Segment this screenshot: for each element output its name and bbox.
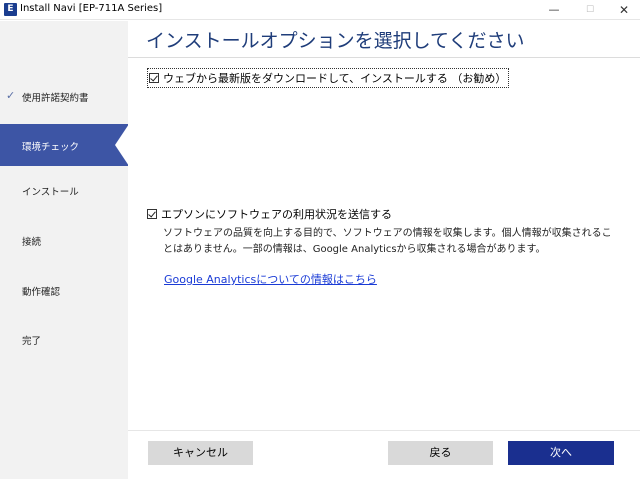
minimize-button[interactable]: — bbox=[534, 0, 574, 20]
usage-description: ソフトウェアの品質を向上する目的で、ソフトウェアの情報を収集します。個人情報が収… bbox=[163, 228, 612, 255]
cancel-button[interactable]: キャンセル bbox=[148, 441, 253, 465]
step-connection: 接続 bbox=[0, 224, 128, 264]
steps-sidebar: ✓ 使用許諾契約書 環境チェック インストール 接続 動作確認 完了 bbox=[0, 21, 129, 479]
download-latest-label: ウェブから最新版をダウンロードして、インストールする （お勧め） bbox=[163, 72, 507, 85]
step-label: 完了 bbox=[22, 336, 42, 347]
next-button[interactable]: 次へ bbox=[508, 441, 614, 465]
footer-divider bbox=[128, 430, 640, 431]
title-bar: E Install Navi [EP-711A Series] — ☐ ✕ bbox=[0, 0, 640, 20]
google-analytics-info-link[interactable]: Google Analyticsについての情報はこちら bbox=[164, 271, 377, 287]
step-label: 接続 bbox=[22, 237, 42, 248]
back-button[interactable]: 戻る bbox=[388, 441, 493, 465]
step-label: 使用許諾契約書 bbox=[22, 93, 89, 104]
download-latest-option[interactable]: ウェブから最新版をダウンロードして、インストールする （お勧め） bbox=[147, 68, 510, 88]
step-license-agreement: ✓ 使用許諾契約書 bbox=[0, 76, 128, 116]
step-operation-check: 動作確認 bbox=[0, 274, 128, 314]
step-label: 環境チェック bbox=[22, 142, 80, 153]
send-usage-label: エプソンにソフトウェアの利用状況を送信する bbox=[161, 208, 392, 221]
close-button[interactable]: ✕ bbox=[604, 0, 640, 20]
step-install: インストール bbox=[0, 174, 128, 214]
page-title: インストールオプションを選択してください bbox=[146, 30, 525, 52]
send-usage-option[interactable]: エプソンにソフトウェアの利用状況を送信する bbox=[147, 206, 392, 222]
window-title: Install Navi [EP-711A Series] bbox=[20, 3, 163, 14]
step-label: インストール bbox=[22, 187, 79, 198]
step-environment-check: 環境チェック bbox=[0, 124, 129, 166]
active-step-arrow-icon bbox=[115, 124, 129, 166]
check-icon: ✓ bbox=[6, 89, 16, 102]
epson-app-icon: E bbox=[4, 3, 17, 16]
title-divider bbox=[128, 57, 640, 58]
step-complete: 完了 bbox=[0, 323, 128, 363]
step-label: 動作確認 bbox=[22, 287, 61, 298]
send-usage-checkbox[interactable] bbox=[147, 209, 157, 219]
download-latest-checkbox[interactable] bbox=[149, 73, 159, 83]
